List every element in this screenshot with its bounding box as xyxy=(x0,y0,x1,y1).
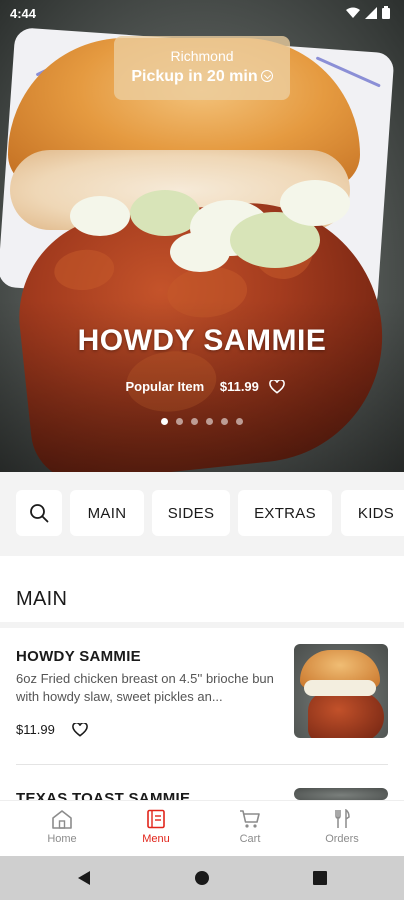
menu-item-card[interactable]: TEXAS TOAST SAMMIE xyxy=(0,788,404,807)
carousel-dot[interactable] xyxy=(176,418,183,425)
carousel-dot[interactable] xyxy=(206,418,213,425)
battery-icon xyxy=(382,6,390,19)
section-divider xyxy=(0,622,404,628)
section-title: MAIN xyxy=(16,588,68,610)
tab-label: Menu xyxy=(142,833,170,845)
hero-tag: Popular Item xyxy=(125,379,205,395)
tab-label: Orders xyxy=(325,833,359,845)
carousel-dot[interactable] xyxy=(236,418,243,425)
tab-home[interactable]: Home xyxy=(22,809,102,845)
status-time: 4:44 xyxy=(10,6,37,21)
menu-item-thumbnail xyxy=(294,644,388,738)
category-chip-main[interactable]: MAIN xyxy=(70,490,144,536)
home-icon xyxy=(52,810,72,829)
cart-icon xyxy=(240,810,260,828)
favorite-heart-icon[interactable] xyxy=(268,379,285,394)
menu-item-thumbnail xyxy=(294,788,388,800)
chevron-down-icon xyxy=(260,70,273,82)
carousel-indicator[interactable] xyxy=(0,418,404,425)
back-icon[interactable] xyxy=(76,870,92,886)
category-chip-kids[interactable]: KIDS xyxy=(341,490,404,536)
tab-orders[interactable]: Orders xyxy=(302,809,382,845)
search-button[interactable] xyxy=(16,490,62,536)
carousel-dot[interactable] xyxy=(221,418,228,425)
tab-cart[interactable]: Cart xyxy=(210,809,290,845)
status-bar: 4:44 xyxy=(0,0,404,26)
pickup-city: Richmond xyxy=(170,48,234,64)
tab-menu[interactable]: Menu xyxy=(116,809,196,845)
category-bar[interactable]: MAIN SIDES EXTRAS KIDS xyxy=(0,472,404,556)
system-navigation-bar[interactable] xyxy=(0,856,404,900)
home-button-icon[interactable] xyxy=(194,870,210,886)
menu-book-icon xyxy=(147,809,165,829)
bottom-navigation[interactable]: Home Menu Cart Orders xyxy=(0,800,404,856)
search-icon xyxy=(30,504,49,523)
menu-item-card[interactable]: HOWDY SAMMIE 6oz Fried chicken breast on… xyxy=(0,644,404,758)
wifi-icon xyxy=(346,7,360,18)
hero-title: HOWDY SAMMIE xyxy=(77,324,327,357)
menu-item-name: HOWDY SAMMIE xyxy=(16,648,141,665)
item-divider xyxy=(16,764,388,765)
hero-price: $11.99 xyxy=(219,379,259,395)
tab-label: Cart xyxy=(239,833,261,845)
category-chip-sides[interactable]: SIDES xyxy=(152,490,230,536)
pickup-time: Pickup in 20 min xyxy=(131,68,258,85)
recents-icon[interactable] xyxy=(312,870,328,886)
menu-item-price: $11.99 xyxy=(16,722,55,737)
carousel-dot[interactable] xyxy=(191,418,198,425)
menu-item-description: 6oz Fried chicken breast on 4.5'' brioch… xyxy=(16,671,274,704)
category-chip-extras[interactable]: EXTRAS xyxy=(238,490,332,536)
pickup-location-selector[interactable]: Richmond Pickup in 20 min xyxy=(114,36,290,100)
carousel-dot[interactable] xyxy=(161,418,168,425)
signal-icon xyxy=(365,6,377,19)
favorite-heart-icon[interactable] xyxy=(72,723,88,737)
hero-banner[interactable]: 4:44 Richmond Pickup in 20 min HOWDY SAM… xyxy=(0,0,404,472)
fork-knife-icon xyxy=(335,809,350,828)
tab-label: Home xyxy=(47,833,77,845)
